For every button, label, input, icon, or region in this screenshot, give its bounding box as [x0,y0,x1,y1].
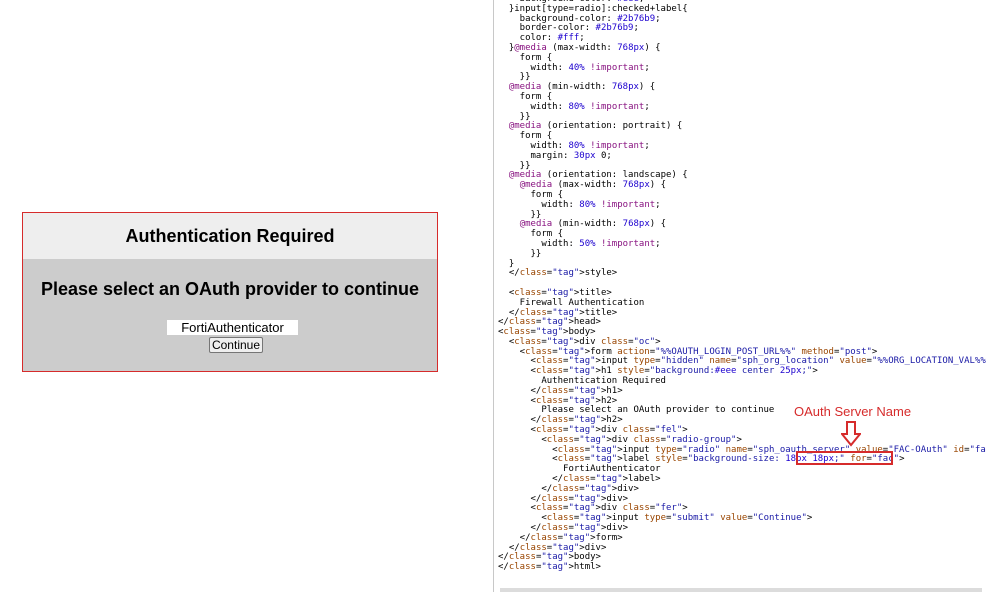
auth-subtitle: Please select an OAuth provider to conti… [40,279,420,299]
code-line: }} [498,248,542,259]
authentication-form: Authentication Required Please select an… [22,212,438,372]
code-line: @media (min-width: 768px) { [508,82,656,93]
annotation-label: OAuth Server Name [794,404,912,419]
code-line: width: 80% !important; [498,101,650,112]
panel-divider [493,0,494,592]
code-line: width: 50% !important; [498,238,661,249]
auth-title: Authentication Required [23,213,437,259]
code-line: </class="tag">style> [498,268,618,279]
code-line: }@media (max-width: 768px) { [498,42,661,53]
code-line: @media (min-width: 768px) { [519,219,667,230]
code-line: width: 80% !important; [498,199,661,210]
oauth-provider-option[interactable]: FortiAuthenticator [167,320,298,335]
highlight-box [796,451,893,465]
arrow-down-icon [841,421,861,447]
code-line: margin: 30px 0; [498,150,612,161]
code-line: @media (orientation: portrait) { [508,121,683,132]
code-line: </class="tag">html> [498,562,601,573]
code-line: @media (max-width: 768px) { [519,180,667,191]
code-line: width: 40% !important; [498,62,650,73]
continue-button[interactable]: Continue [209,337,263,353]
source-code-panel: background-color: #eee; }input[type=radi… [498,0,986,587]
horizontal-scrollbar[interactable] [500,588,982,592]
